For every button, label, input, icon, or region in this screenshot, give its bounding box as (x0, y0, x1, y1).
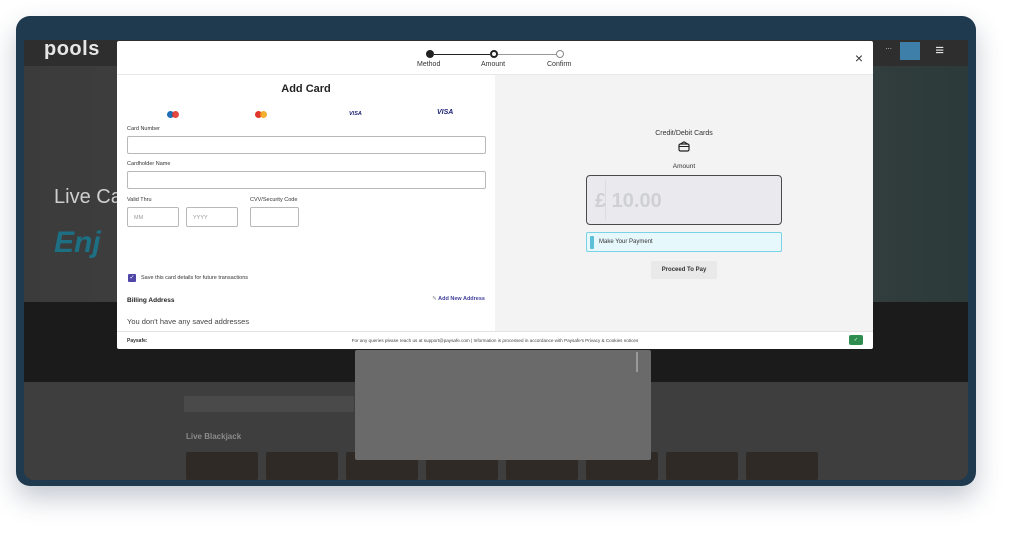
add-new-address-label: Add New Address (438, 296, 485, 302)
step-method-label: Method (417, 61, 441, 68)
hamburger-menu-icon[interactable]: ≡ (935, 43, 944, 58)
game-thumbnail[interactable] (186, 452, 258, 480)
mastercard-logo (255, 111, 267, 118)
payment-summary-panel: Credit/Debit Cards Amount £ 10.00 Make Y… (495, 75, 873, 331)
amount-input[interactable]: £ 10.00 (586, 175, 782, 225)
scrollbar[interactable] (636, 352, 638, 372)
add-new-address-link[interactable]: ✎ Add New Address (432, 296, 485, 302)
footer-support-text: For any queries please reach us at suppo… (351, 338, 639, 343)
security-badge-icon: ✓ (849, 335, 863, 345)
visa-electron-logo: VISA (349, 111, 362, 117)
step-method-dot (426, 50, 434, 58)
amount-label: Amount (672, 163, 696, 170)
make-payment-banner: Make Your Payment (586, 232, 782, 252)
card-number-label: Card Number (127, 126, 161, 132)
save-card-label: Save this card details for future transa… (141, 275, 248, 281)
step-amount-dot (490, 50, 498, 58)
modal-header: Method Amount Confirm × (117, 41, 873, 75)
game-thumbnail[interactable] (746, 452, 818, 480)
info-indicator (590, 236, 594, 249)
billing-address-label: Billing Address (127, 297, 175, 304)
section-label: Live Blackjack (186, 432, 242, 441)
payment-stepper: Method Amount Confirm (417, 47, 597, 73)
payment-method-title: Credit/Debit Cards (655, 130, 713, 137)
cardholder-name-input[interactable] (127, 171, 486, 189)
games-search-input[interactable] (184, 396, 354, 412)
amount-value: £ 10.00 (595, 190, 662, 212)
valid-thru-label: Valid Thru (127, 197, 152, 203)
expiry-year-input[interactable]: YYYY (186, 207, 238, 227)
cardholder-name-label: Cardholder Name (127, 161, 171, 167)
hero-heading: Live Ca (54, 186, 122, 208)
cvv-input[interactable] (250, 207, 299, 227)
maestro-logo (167, 111, 179, 118)
stepper-line (498, 54, 556, 55)
stepper-line (434, 54, 490, 55)
account-button[interactable] (900, 42, 920, 60)
add-card-title: Add Card (281, 83, 331, 95)
close-icon[interactable]: × (855, 51, 863, 65)
game-thumbnail[interactable] (666, 452, 738, 480)
modal-footer: For any queries please reach us at suppo… (117, 331, 873, 349)
no-address-text: You don't have any saved addresses (127, 317, 250, 326)
make-payment-label: Make Your Payment (599, 239, 653, 245)
add-card-panel: Add Card VISA VISA Card Number Cardholde… (117, 75, 495, 331)
expiry-month-input[interactable]: MM (127, 207, 179, 227)
game-thumbnail[interactable] (266, 452, 338, 480)
visa-logo: VISA (437, 109, 454, 116)
card-brand-logos: VISA VISA (127, 109, 487, 121)
step-confirm-dot (556, 50, 564, 58)
payment-modal: Method Amount Confirm × Add Card VISA VI… (117, 41, 873, 349)
account-balance: ... (885, 42, 892, 51)
cvv-label: CVV/Security Code (250, 197, 298, 203)
site-logo[interactable]: pools (44, 40, 100, 61)
credit-card-icon (678, 141, 690, 152)
background-dialog (355, 350, 651, 460)
save-card-checkbox[interactable]: ✓ (128, 274, 136, 282)
hero-tagline: Enj (54, 226, 101, 259)
step-amount-label: Amount (481, 61, 506, 68)
proceed-to-pay-button[interactable]: Proceed To Pay (651, 261, 717, 279)
paysafe-logo: Paysafe: (127, 338, 148, 344)
card-number-input[interactable] (127, 136, 486, 154)
step-confirm-label: Confirm (547, 61, 572, 68)
